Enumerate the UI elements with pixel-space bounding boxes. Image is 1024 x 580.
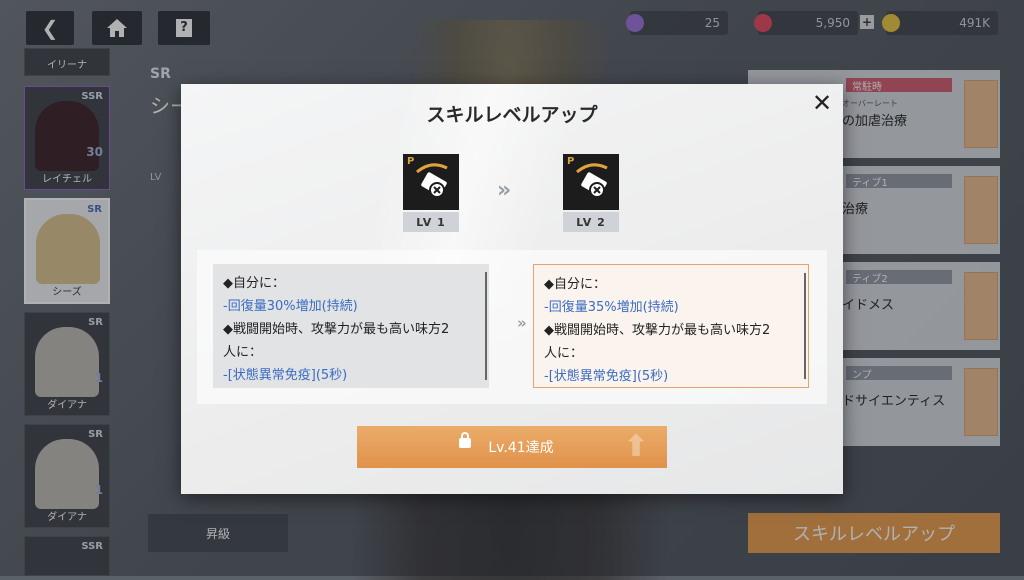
close-icon: ✕ — [811, 89, 833, 117]
next-level-tag: LV 2 — [563, 212, 619, 232]
scrollbar[interactable] — [485, 272, 487, 380]
dialog-title: スキルレベルアップ — [426, 104, 598, 126]
scrollbar[interactable] — [804, 273, 806, 379]
level-arrow-icon: » — [497, 178, 511, 203]
skill-icon-current: P — [403, 154, 459, 210]
level-up-arrow-icon: ⬆ — [623, 429, 649, 464]
level-arrow-icon: » — [517, 314, 526, 332]
skill-level-up-dialog: スキルレベルアップ ✕ P LV 1 » P LV 2 ◆自分に： -回復量30… — [181, 84, 843, 494]
close-button[interactable]: ✕ — [811, 89, 833, 117]
lock-icon — [459, 432, 471, 448]
skill-description-panel: ◆自分に： -回復量30%増加(持続) ◆戦闘開始時、攻撃力が最も高い味方2 人… — [197, 250, 827, 404]
skill-icon-next: P — [563, 154, 619, 210]
current-level-tag: LV 1 — [403, 212, 459, 232]
unlock-requirement-button[interactable]: Lv.41達成 ⬆ — [357, 426, 667, 468]
current-skill-description[interactable]: ◆自分に： -回復量30%増加(持続) ◆戦闘開始時、攻撃力が最も高い味方2 人… — [213, 264, 489, 388]
next-skill-description[interactable]: ◆自分に： -回復量35%増加(持続) ◆戦闘開始時、攻撃力が最も高い味方2 人… — [533, 264, 809, 388]
